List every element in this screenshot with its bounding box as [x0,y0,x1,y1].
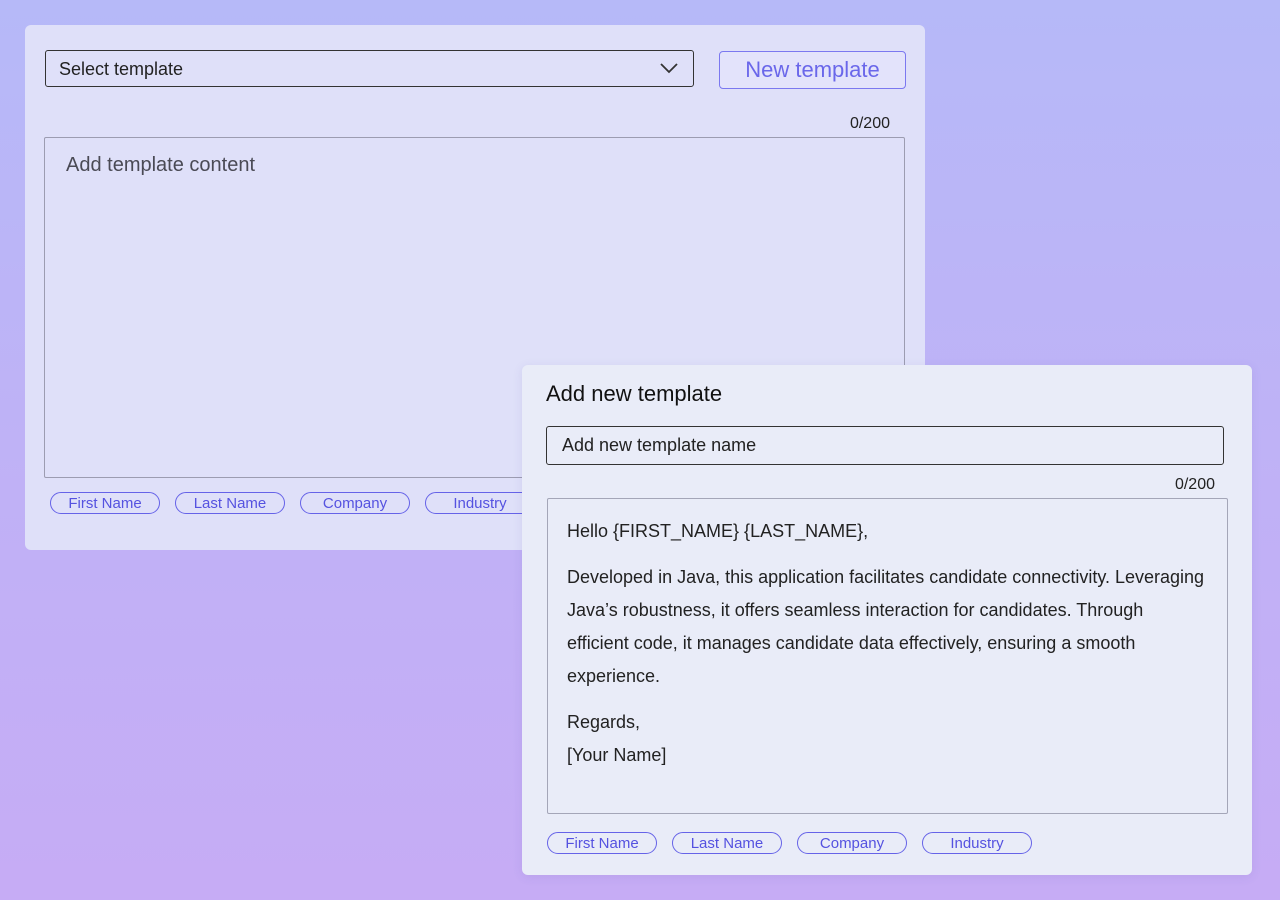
content-signature: [Your Name] [567,745,667,765]
chip-company[interactable]: Company [300,492,410,514]
chip-company[interactable]: Company [797,832,907,854]
character-counter: 0/200 [849,115,890,132]
content-greeting: Hello {FIRST_NAME} {LAST_NAME}, [567,521,869,541]
template-select[interactable]: Select template [45,50,694,87]
chip-first-name[interactable]: First Name [50,492,160,514]
template-content-placeholder: Add template content [66,154,256,176]
character-counter: 0/200 [1174,476,1215,493]
chevron-down-icon [660,63,678,74]
chip-industry[interactable]: Industry [922,832,1032,854]
template-select-label: Select template [59,59,184,79]
chip-last-name[interactable]: Last Name [672,832,782,854]
add-template-dialog: Add new template Add new template name 0… [522,365,1252,875]
variable-chips: First Name Last Name Company Industry [50,492,535,514]
new-template-button[interactable]: New template [719,51,906,89]
content-closing: Regards, [567,712,641,732]
chip-first-name[interactable]: First Name [547,832,657,854]
variable-chips: First Name Last Name Company Industry [547,832,1032,854]
chip-industry[interactable]: Industry [425,492,535,514]
content-body: Developed in Java, this application faci… [567,567,1205,686]
dialog-title: Add new template [546,381,723,406]
chip-last-name[interactable]: Last Name [175,492,285,514]
template-name-placeholder: Add new template name [562,435,757,455]
template-name-input[interactable]: Add new template name [546,426,1224,465]
template-content-textarea[interactable]: Hello {FIRST_NAME} {LAST_NAME}, Develope… [547,498,1228,814]
